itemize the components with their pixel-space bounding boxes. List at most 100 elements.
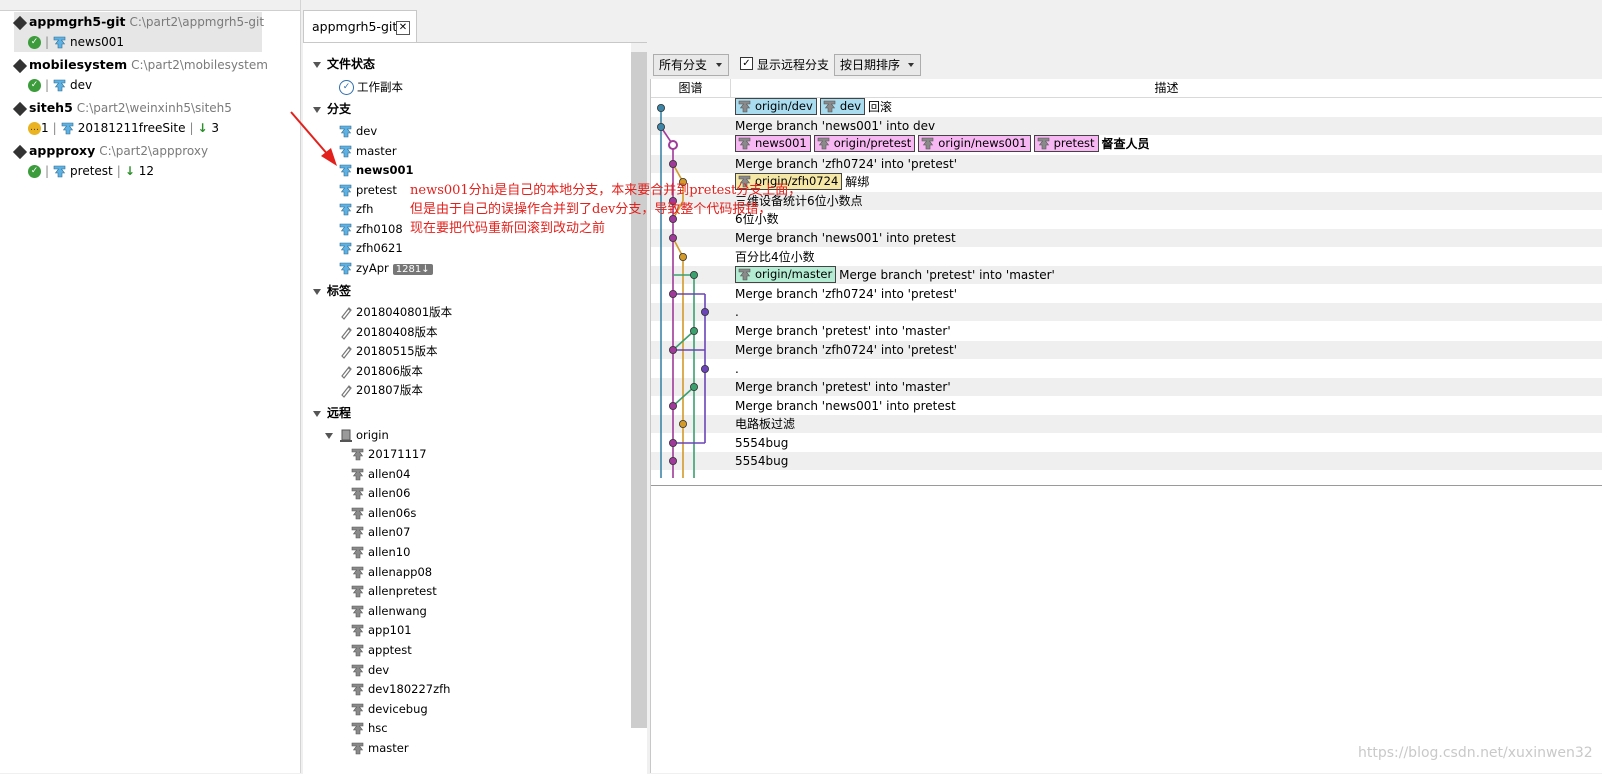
sidebar-item-branch[interactable]: master bbox=[356, 144, 397, 158]
sidebar-item-remote-branch[interactable]: dev180227zfh bbox=[368, 682, 450, 696]
sidebar-item-tag[interactable]: 201807版本 bbox=[356, 383, 423, 397]
tab-label: appmgrh5-git bbox=[312, 19, 398, 34]
commit-node[interactable] bbox=[668, 401, 677, 410]
expand-arrow-icon[interactable] bbox=[313, 61, 321, 68]
commit-node[interactable] bbox=[690, 270, 699, 279]
sidebar-item-remote-branch[interactable]: allenpretest bbox=[368, 584, 437, 598]
commit-row[interactable]: Merge branch 'zfh0724' into 'pretest' bbox=[651, 341, 1602, 359]
sort-order-dropdown[interactable]: 按日期排序 bbox=[834, 54, 921, 76]
sidebar-item-remote-branch[interactable]: allen10 bbox=[368, 545, 410, 559]
show-remote-checkbox[interactable]: ✓ bbox=[740, 57, 753, 70]
sidebar-item-remote-branch[interactable]: allenwang bbox=[368, 604, 427, 618]
commit-row[interactable]: 电路板过滤 bbox=[651, 415, 1602, 433]
commit-row[interactable]: 5554bug bbox=[651, 434, 1602, 452]
ref-label[interactable]: news001 bbox=[735, 135, 811, 152]
behind-badge: 1281↓ bbox=[392, 264, 433, 275]
commit-row[interactable]: 百分比4位小数 bbox=[651, 248, 1602, 266]
ref-label[interactable]: origin/pretest bbox=[813, 135, 916, 152]
sidebar-item-remote-branch[interactable]: dev bbox=[368, 663, 389, 677]
commit-node[interactable] bbox=[668, 140, 678, 150]
sidebar-item-branch[interactable]: zfh0108 bbox=[356, 222, 403, 236]
commit-node[interactable] bbox=[668, 233, 677, 242]
commit-node[interactable] bbox=[701, 307, 710, 316]
commit-node[interactable] bbox=[690, 382, 699, 391]
sidebar-scrollbar-up[interactable] bbox=[631, 43, 647, 52]
repo-item[interactable]: appproxy C:\part2\appproxy ✓ | pretest | ↓ 12 bbox=[14, 141, 262, 181]
commit-row[interactable]: Merge branch 'zfh0724' into 'pretest' bbox=[651, 285, 1602, 303]
sidebar-item-remote-origin[interactable]: origin bbox=[356, 428, 389, 442]
sidebar-item-remote-branch[interactable]: allen06 bbox=[368, 486, 410, 500]
commit-row[interactable]: origin/dev dev 回滚 bbox=[651, 98, 1602, 116]
sidebar-item-working-copy[interactable]: 工作副本 bbox=[357, 80, 403, 94]
section-file_status[interactable]: 文件状态 bbox=[327, 57, 375, 71]
commit-node[interactable] bbox=[657, 104, 665, 112]
branch-filter-dropdown[interactable]: 所有分支 bbox=[653, 54, 729, 76]
commit-node[interactable] bbox=[657, 122, 665, 131]
commit-node[interactable] bbox=[678, 419, 687, 428]
sidebar-item-tag[interactable]: 20180408版本 bbox=[356, 325, 438, 339]
sidebar-item-remote-branch[interactable]: allen07 bbox=[368, 525, 410, 539]
sidebar-item-remote-branch[interactable]: app101 bbox=[368, 623, 412, 637]
commit-node[interactable] bbox=[668, 438, 677, 447]
tab-repository[interactable]: appmgrh5-git ✕ bbox=[303, 10, 417, 43]
column-header-description[interactable]: 描述 bbox=[731, 79, 1602, 97]
sidebar-item-remote-branch[interactable]: apptest bbox=[368, 643, 412, 657]
sidebar-item-remote-branch[interactable]: master bbox=[368, 741, 409, 755]
commit-node[interactable] bbox=[668, 289, 677, 298]
sidebar-item-remote-branch[interactable]: allenapp08 bbox=[368, 565, 432, 579]
expand-arrow-icon[interactable] bbox=[313, 288, 321, 295]
ref-label[interactable]: origin/master bbox=[735, 266, 837, 283]
commit-row[interactable]: Merge branch 'news001' into pretest bbox=[651, 229, 1602, 247]
sidebar-scrollbar[interactable] bbox=[631, 52, 647, 728]
sidebar-item-branch[interactable]: pretest bbox=[356, 183, 397, 197]
sidebar-item-remote-branch[interactable]: 20171117 bbox=[368, 447, 427, 461]
commit-node[interactable] bbox=[678, 252, 687, 261]
ref-label[interactable]: dev bbox=[819, 98, 865, 115]
commit-node[interactable] bbox=[668, 160, 677, 169]
sidebar-item-branch[interactable]: zfh0621 bbox=[356, 241, 403, 255]
section-tags[interactable]: 标签 bbox=[327, 284, 351, 298]
commit-message: . bbox=[735, 362, 739, 376]
sidebar-item-remote-branch[interactable]: allen06s bbox=[368, 506, 416, 520]
commit-row[interactable]: Merge branch 'news001' into dev bbox=[651, 117, 1602, 135]
commit-node[interactable] bbox=[668, 345, 677, 354]
repo-path: C:\part2\weinxinh5\siteh5 bbox=[76, 101, 232, 115]
git-repo-icon bbox=[14, 146, 26, 158]
commit-row[interactable]: news001 origin/pretest origin/news001 prete… bbox=[651, 135, 1602, 153]
commit-row[interactable]: 6位小数 bbox=[651, 210, 1602, 228]
separator: | bbox=[189, 121, 194, 135]
commit-node[interactable] bbox=[690, 326, 699, 335]
ref-label[interactable]: pretest bbox=[1033, 135, 1099, 152]
commit-node[interactable] bbox=[668, 456, 677, 465]
sidebar-item-remote-branch[interactable]: devicebug bbox=[368, 702, 428, 716]
commit-row[interactable]: Merge branch 'news001' into pretest bbox=[651, 397, 1602, 415]
commit-row[interactable]: Merge branch 'pretest' into 'master' bbox=[651, 378, 1602, 396]
sidebar-item-branch[interactable]: zyApr bbox=[356, 261, 389, 275]
sidebar-item-branch[interactable]: news001 bbox=[356, 163, 413, 177]
sidebar-item-tag[interactable]: 201806版本 bbox=[356, 364, 423, 378]
close-icon[interactable]: ✕ bbox=[396, 21, 410, 35]
commit-row[interactable]: . bbox=[651, 303, 1602, 321]
sidebar-item-branch[interactable]: zfh bbox=[356, 202, 373, 216]
remote-branch-icon bbox=[351, 487, 366, 500]
sidebar-item-branch[interactable]: dev bbox=[356, 124, 377, 138]
expand-arrow-icon[interactable] bbox=[325, 432, 333, 439]
ref-label[interactable]: origin/news001 bbox=[918, 135, 1031, 152]
commit-row[interactable]: . bbox=[651, 360, 1602, 378]
section-remotes[interactable]: 远程 bbox=[327, 406, 351, 420]
repo-item[interactable]: mobilesystem C:\part2\mobilesystem ✓ | dev bbox=[14, 55, 268, 95]
sidebar-item-remote-branch[interactable]: hsc bbox=[368, 721, 388, 735]
sidebar-item-remote-branch[interactable]: allen04 bbox=[368, 467, 410, 481]
repo-item[interactable]: siteh5 C:\part2\weinxinh5\siteh5… 1 | 201812… bbox=[14, 98, 262, 138]
commit-row[interactable]: 5554bug bbox=[651, 452, 1602, 470]
commit-row[interactable]: Merge branch 'pretest' into 'master' bbox=[651, 322, 1602, 340]
sidebar-item-tag[interactable]: 20180515版本 bbox=[356, 344, 438, 358]
repo-item[interactable]: appmgrh5-git C:\part2\appmgrh5-git ✓ | news0… bbox=[14, 12, 264, 52]
ref-label[interactable]: origin/dev bbox=[735, 98, 817, 115]
column-header-graph[interactable]: 图谱 bbox=[651, 79, 731, 97]
sidebar-item-tag[interactable]: 2018040801版本 bbox=[356, 305, 452, 319]
commit-row[interactable]: origin/master Merge branch 'pretest' into… bbox=[651, 266, 1602, 284]
commit-node[interactable] bbox=[701, 364, 710, 373]
expand-arrow-icon[interactable] bbox=[313, 410, 321, 417]
commit-row[interactable]: Merge branch 'zfh0724' into 'pretest' bbox=[651, 155, 1602, 173]
